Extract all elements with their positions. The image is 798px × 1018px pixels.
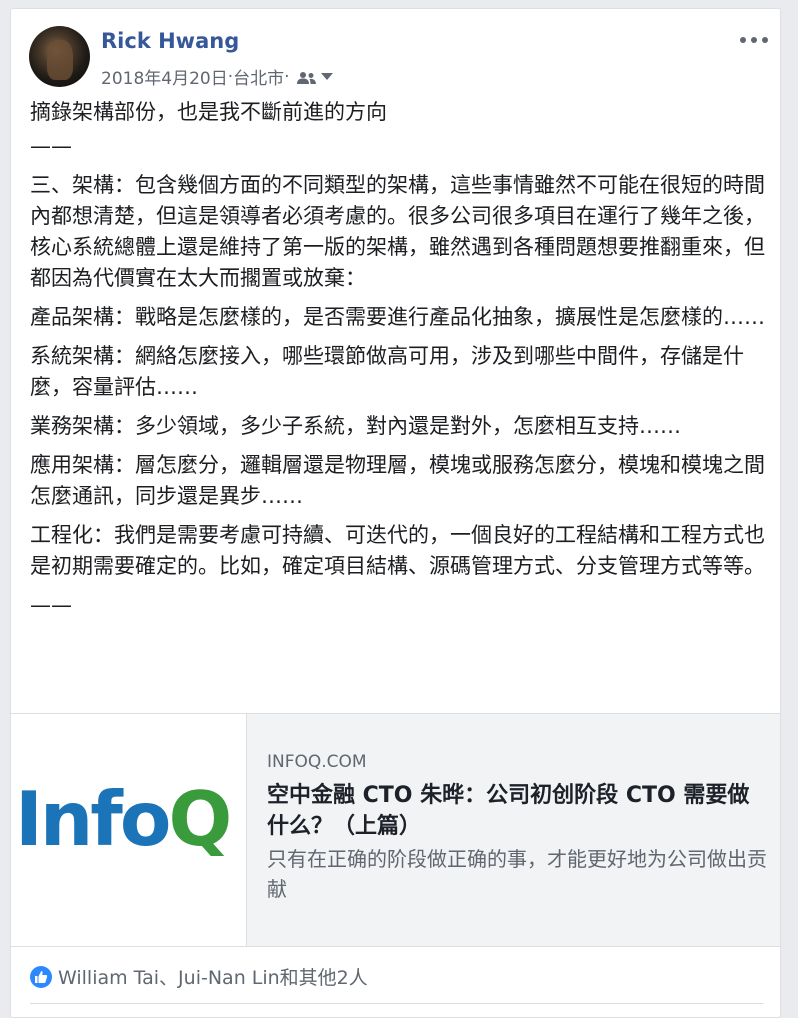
friends-icon[interactable] — [296, 70, 318, 84]
meta-separator-2: · — [284, 66, 290, 87]
reactions-text[interactable]: William Tai、Jui-Nan Lin和其他2人 — [58, 963, 368, 990]
infoq-logo: InfoQ — [15, 775, 232, 863]
audience-dropdown-icon[interactable] — [320, 73, 333, 80]
actions-divider — [30, 1003, 763, 1004]
post-paragraph-application: 應用架構：層怎麼分，邏輯層還是物理層，模塊或服務怎麼分，模塊和模塊之間怎麼通訊，… — [30, 453, 765, 508]
post-paragraph-business: 業務架構：多少領域，多少子系統，對內還是對外，怎麼相互支持…… — [30, 414, 681, 438]
post-intro: 摘錄架構部份，也是我不斷前進的方向 — [30, 100, 387, 124]
like-icon — [30, 965, 52, 988]
link-description: 只有在正确的阶段做正确的事，才能更好地为公司做出贡献 — [267, 847, 767, 901]
post-paragraph-system: 系統架構：網絡怎麼接入，哪些環節做高可用，涉及到哪些中間件，存儲是什麼，容量評估… — [30, 344, 744, 399]
author-avatar[interactable] — [29, 26, 90, 87]
more-options-icon[interactable] — [740, 35, 768, 45]
author-name-link[interactable]: Rick Hwang — [101, 29, 239, 53]
link-title[interactable]: 空中金融 CTO 朱晔：公司初创阶段 CTO 需要做什么？（上篇） — [267, 780, 767, 842]
link-preview-text[interactable]: INFOQ.COM 空中金融 CTO 朱晔：公司初创阶段 CTO 需要做什么？（… — [267, 752, 767, 904]
post-date-link[interactable]: 2018年4月20日 — [101, 64, 228, 89]
post-paragraph-product: 產品架構：戰略是怎麼樣的，是否需要進行產品化抽象，擴展性是怎麼樣的…… — [30, 305, 765, 329]
post-paragraph-engineering: 工程化：我們是需要考慮可持續、可迭代的，一個良好的工程結構和工程方式也是初期需要… — [30, 523, 765, 578]
link-preview-image[interactable]: InfoQ — [11, 714, 247, 946]
post-paragraph-architecture: 三、架構：包含幾個方面的不同類型的架構，這些事情雖然不可能在很短的時間內都想清楚… — [30, 173, 765, 290]
post-meta: 2018年4月20日 · 台北市 · — [101, 64, 333, 89]
reactions-summary[interactable]: William Tai、Jui-Nan Lin和其他2人 — [30, 963, 368, 990]
link-preview-card[interactable]: InfoQ INFOQ.COM 空中金融 CTO 朱晔：公司初创阶段 CTO 需… — [11, 713, 780, 947]
avatar-figure — [47, 40, 73, 80]
post-location-link[interactable]: 台北市 — [233, 64, 284, 89]
link-domain: INFOQ.COM — [267, 752, 367, 772]
post-body: 摘錄架構部份，也是我不斷前進的方向 —— 三、架構：包含幾個方面的不同類型的架構… — [30, 97, 770, 629]
post-closing-dash: —— — [30, 593, 72, 617]
post-divider-dash: —— — [30, 134, 72, 158]
post-card: Rick Hwang 2018年4月20日 · 台北市 · 摘錄架構部份，也是我… — [10, 8, 781, 1018]
